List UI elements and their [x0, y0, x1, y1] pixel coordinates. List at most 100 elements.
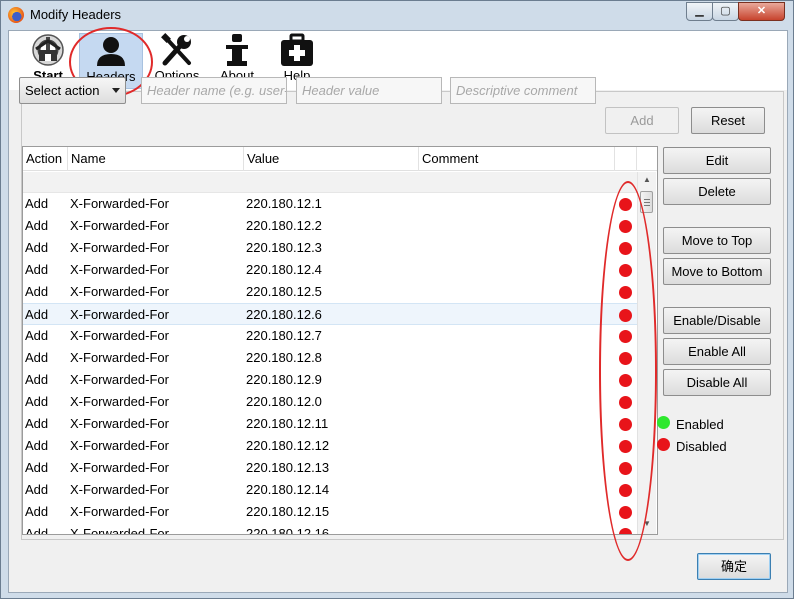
disabled-status-icon[interactable] [619, 440, 632, 453]
disabled-status-icon[interactable] [619, 242, 632, 255]
column-header-action[interactable]: Action [23, 147, 68, 171]
disabled-status-icon[interactable] [619, 220, 632, 233]
table-row[interactable]: Add X-Forwarded-For 220.180.12.9 [23, 369, 637, 391]
table-row[interactable]: Add X-Forwarded-For 220.180.12.11 [23, 413, 637, 435]
close-button[interactable]: ✕ [738, 2, 785, 21]
delete-button[interactable]: Delete [663, 178, 771, 205]
column-header-status[interactable] [615, 147, 637, 171]
table-row[interactable]: Add X-Forwarded-For 220.180.12.2 [23, 215, 637, 237]
row-action-cell: Add [25, 394, 49, 409]
info-icon [226, 34, 248, 66]
header-name-input[interactable] [141, 77, 287, 104]
row-value-cell: 220.180.12.0 [246, 394, 322, 409]
scroll-up-arrow[interactable]: ▲ [638, 172, 656, 188]
row-name-cell: X-Forwarded-For [70, 416, 169, 431]
table-row[interactable]: Add X-Forwarded-For 220.180.12.0 [23, 391, 637, 413]
row-name-cell: X-Forwarded-For [70, 482, 169, 497]
table-row[interactable]: Add X-Forwarded-For 220.180.12.1 [23, 193, 637, 215]
headers-table: Action Name Value Comment Add X-Forwarded… [22, 146, 658, 535]
column-header-value[interactable]: Value [244, 147, 419, 171]
enable-all-button[interactable]: Enable All [663, 338, 771, 365]
table-row[interactable]: Add X-Forwarded-For 220.180.12.6 [23, 303, 637, 325]
minimize-button[interactable]: ▁ [686, 2, 713, 21]
column-header-name[interactable]: Name [68, 147, 244, 171]
row-value-cell: 220.180.12.6 [246, 307, 322, 322]
modify-headers-window: Modify Headers ▁ ▢ ✕ Start Options About… [0, 0, 794, 599]
move-to-bottom-button[interactable]: Move to Bottom [663, 258, 771, 285]
row-action-cell: Add [25, 196, 49, 211]
disabled-dot-icon [657, 438, 670, 451]
row-action-cell: Add [25, 482, 49, 497]
disabled-status-icon[interactable] [619, 198, 632, 211]
table-row[interactable]: Add X-Forwarded-For 220.180.12.4 [23, 259, 637, 281]
row-name-cell: X-Forwarded-For [70, 460, 169, 475]
disabled-status-icon[interactable] [619, 418, 632, 431]
comment-input[interactable] [450, 77, 596, 104]
table-row[interactable]: Add X-Forwarded-For 220.180.12.13 [23, 457, 637, 479]
row-action-cell: Add [25, 504, 49, 519]
thumb-grip-line [644, 202, 650, 203]
legend-disabled-label: Disabled [676, 439, 727, 454]
thumb-grip-line [644, 205, 650, 206]
maximize-button[interactable]: ▢ [712, 2, 739, 21]
disabled-status-icon[interactable] [619, 462, 632, 475]
first-aid-icon [281, 33, 313, 66]
thumb-grip-line [644, 199, 650, 200]
column-header-comment[interactable]: Comment [419, 147, 615, 171]
disabled-status-icon[interactable] [619, 330, 632, 343]
row-name-cell: X-Forwarded-For [70, 284, 169, 299]
row-action-cell: Add [25, 372, 49, 387]
disabled-status-icon[interactable] [619, 352, 632, 365]
reset-button[interactable]: Reset [691, 107, 765, 134]
table-row[interactable]: Add X-Forwarded-For 220.180.12.12 [23, 435, 637, 457]
edit-button[interactable]: Edit [663, 147, 771, 174]
ok-button[interactable]: 确定 [697, 553, 771, 580]
start-icon [32, 34, 64, 66]
table-header: Action Name Value Comment [23, 147, 657, 171]
disable-all-button[interactable]: Disable All [663, 369, 771, 396]
row-action-cell: Add [25, 438, 49, 453]
action-select[interactable]: Select action [19, 77, 126, 104]
row-name-cell: X-Forwarded-For [70, 372, 169, 387]
add-button[interactable]: Add [605, 107, 679, 134]
disabled-status-icon[interactable] [619, 374, 632, 387]
scroll-thumb[interactable] [640, 191, 653, 213]
row-value-cell: 220.180.12.5 [246, 284, 322, 299]
table-rows: Add X-Forwarded-For 220.180.12.1 Add X-Forwa… [23, 193, 637, 534]
row-action-cell: Add [25, 460, 49, 475]
disabled-status-icon[interactable] [619, 264, 632, 277]
row-name-cell: X-Forwarded-For [70, 196, 169, 211]
chevron-down-icon [112, 88, 120, 93]
row-action-cell: Add [25, 218, 49, 233]
disabled-status-icon[interactable] [619, 528, 632, 534]
table-row[interactable]: Add X-Forwarded-For 220.180.12.7 [23, 325, 637, 347]
table-row[interactable]: Add X-Forwarded-For 220.180.12.15 [23, 501, 637, 523]
table-row[interactable]: Add X-Forwarded-For 220.180.12.8 [23, 347, 637, 369]
enabled-dot-icon [657, 416, 670, 429]
row-value-cell: 220.180.12.9 [246, 372, 322, 387]
row-name-cell: X-Forwarded-For [70, 240, 169, 255]
title-bar[interactable]: Modify Headers ▁ ▢ ✕ [1, 1, 793, 29]
disabled-status-icon[interactable] [619, 286, 632, 299]
scroll-down-arrow[interactable]: ▼ [638, 516, 656, 532]
table-row[interactable]: Add X-Forwarded-For 220.180.12.16 [23, 523, 637, 534]
row-value-cell: 220.180.12.3 [246, 240, 322, 255]
disabled-status-icon[interactable] [619, 309, 632, 322]
disabled-status-icon[interactable] [619, 396, 632, 409]
enable-disable-button[interactable]: Enable/Disable [663, 307, 771, 334]
table-row[interactable]: Add X-Forwarded-For 220.180.12.14 [23, 479, 637, 501]
row-value-cell: 220.180.12.13 [246, 460, 330, 475]
firefox-icon [8, 7, 24, 23]
table-row[interactable]: Add X-Forwarded-For 220.180.12.3 [23, 237, 637, 259]
move-to-top-button[interactable]: Move to Top [663, 227, 771, 254]
disabled-status-icon[interactable] [619, 484, 632, 497]
vertical-scrollbar[interactable]: ▲ ▼ [637, 172, 656, 534]
row-value-cell: 220.180.12.7 [246, 328, 322, 343]
disabled-status-icon[interactable] [619, 506, 632, 519]
row-name-cell: X-Forwarded-For [70, 350, 169, 365]
table-row[interactable]: Add X-Forwarded-For 220.180.12.5 [23, 281, 637, 303]
row-name-cell: X-Forwarded-For [70, 438, 169, 453]
row-name-cell: X-Forwarded-For [70, 262, 169, 277]
row-action-cell: Add [25, 416, 49, 431]
header-value-input[interactable] [296, 77, 442, 104]
